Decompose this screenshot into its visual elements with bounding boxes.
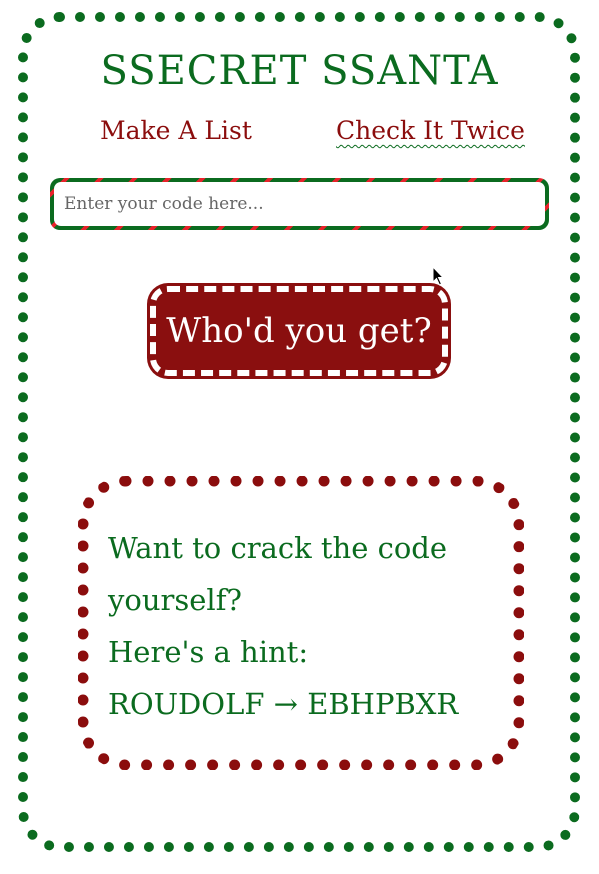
hint-line-2: yourself? <box>108 583 242 617</box>
hint-line-3: Here's a hint: <box>108 635 309 669</box>
hint-text: Want to crack the code yourself? Here's … <box>108 522 508 730</box>
hint-example: ROUDOLF → EBHPBXR <box>108 687 459 721</box>
code-input-frame <box>50 178 549 230</box>
mouse-pointer-icon <box>432 266 445 286</box>
nav-make-a-list[interactable]: Make A List <box>100 116 252 145</box>
nav-check-it-twice[interactable]: Check It Twice <box>336 116 525 145</box>
code-input[interactable] <box>54 182 545 226</box>
main-nav: Make A List Check It Twice <box>0 112 599 152</box>
who-did-you-get-button[interactable]: Who'd you get? <box>150 286 448 376</box>
hint-line-1: Want to crack the code <box>108 531 448 565</box>
page-title: SSECRET SSANTA <box>100 48 499 94</box>
